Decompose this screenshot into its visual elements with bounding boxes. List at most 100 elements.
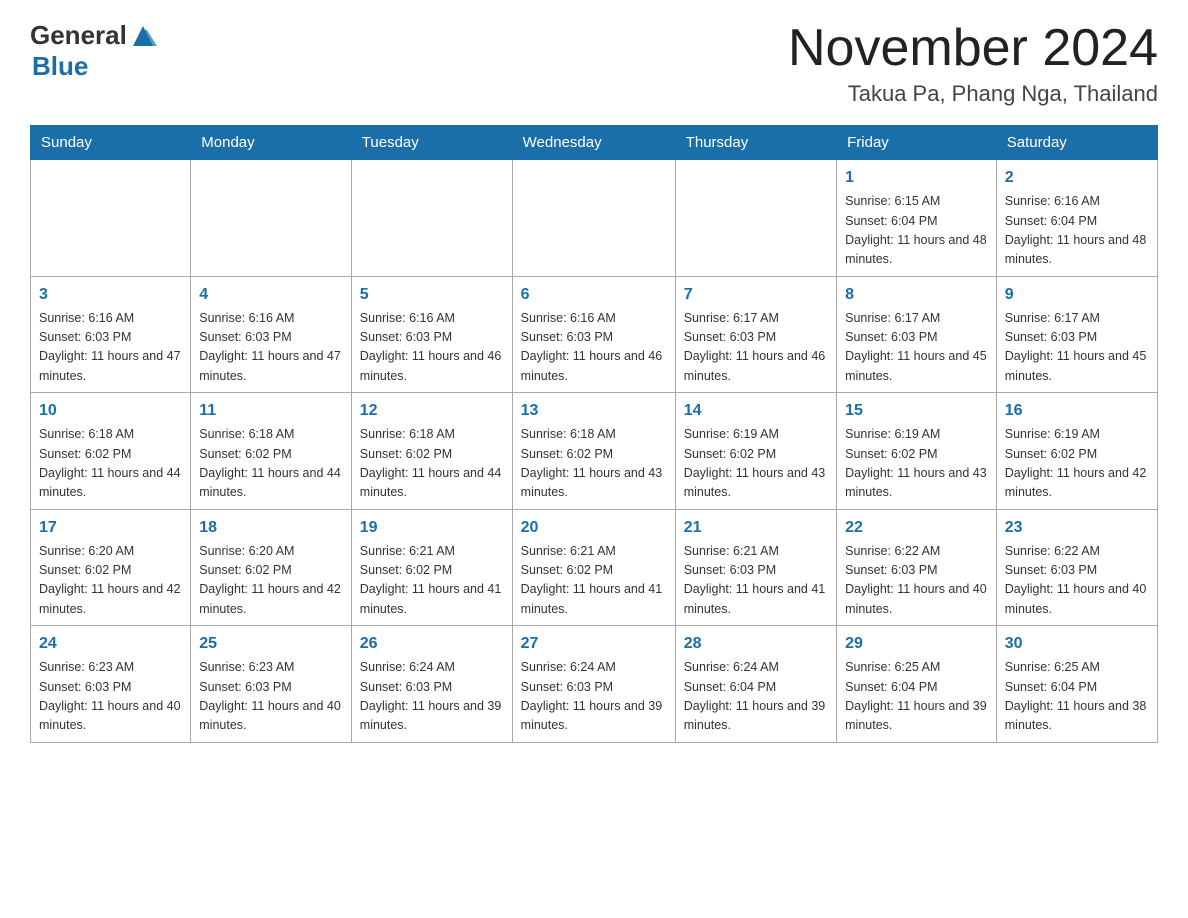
day-number: 30 [1005, 632, 1149, 656]
day-cell-8: 8Sunrise: 6:17 AM Sunset: 6:03 PM Daylig… [837, 276, 997, 393]
day-number: 8 [845, 283, 988, 307]
day-info: Sunrise: 6:24 AM Sunset: 6:03 PM Dayligh… [360, 658, 504, 736]
week-row-4: 17Sunrise: 6:20 AM Sunset: 6:02 PM Dayli… [31, 509, 1158, 626]
day-cell-24: 24Sunrise: 6:23 AM Sunset: 6:03 PM Dayli… [31, 626, 191, 743]
day-cell-15: 15Sunrise: 6:19 AM Sunset: 6:02 PM Dayli… [837, 393, 997, 510]
day-cell-22: 22Sunrise: 6:22 AM Sunset: 6:03 PM Dayli… [837, 509, 997, 626]
day-cell-21: 21Sunrise: 6:21 AM Sunset: 6:03 PM Dayli… [675, 509, 836, 626]
day-cell-12: 12Sunrise: 6:18 AM Sunset: 6:02 PM Dayli… [351, 393, 512, 510]
day-cell-5: 5Sunrise: 6:16 AM Sunset: 6:03 PM Daylig… [351, 276, 512, 393]
day-cell-3: 3Sunrise: 6:16 AM Sunset: 6:03 PM Daylig… [31, 276, 191, 393]
day-info: Sunrise: 6:16 AM Sunset: 6:03 PM Dayligh… [360, 309, 504, 387]
week-row-1: 1Sunrise: 6:15 AM Sunset: 6:04 PM Daylig… [31, 160, 1158, 277]
day-cell-9: 9Sunrise: 6:17 AM Sunset: 6:03 PM Daylig… [996, 276, 1157, 393]
title-section: November 2024 Takua Pa, Phang Nga, Thail… [788, 20, 1158, 107]
empty-cell [675, 160, 836, 277]
day-cell-18: 18Sunrise: 6:20 AM Sunset: 6:02 PM Dayli… [191, 509, 352, 626]
day-header-monday: Monday [191, 126, 352, 160]
day-info: Sunrise: 6:18 AM Sunset: 6:02 PM Dayligh… [521, 425, 667, 503]
day-info: Sunrise: 6:19 AM Sunset: 6:02 PM Dayligh… [845, 425, 988, 503]
day-cell-20: 20Sunrise: 6:21 AM Sunset: 6:02 PM Dayli… [512, 509, 675, 626]
day-number: 7 [684, 283, 828, 307]
day-cell-7: 7Sunrise: 6:17 AM Sunset: 6:03 PM Daylig… [675, 276, 836, 393]
day-info: Sunrise: 6:18 AM Sunset: 6:02 PM Dayligh… [360, 425, 504, 503]
empty-cell [31, 160, 191, 277]
day-info: Sunrise: 6:16 AM Sunset: 6:03 PM Dayligh… [521, 309, 667, 387]
day-info: Sunrise: 6:15 AM Sunset: 6:04 PM Dayligh… [845, 192, 988, 270]
day-info: Sunrise: 6:16 AM Sunset: 6:03 PM Dayligh… [39, 309, 182, 387]
day-info: Sunrise: 6:16 AM Sunset: 6:03 PM Dayligh… [199, 309, 343, 387]
day-number: 29 [845, 632, 988, 656]
day-info: Sunrise: 6:25 AM Sunset: 6:04 PM Dayligh… [845, 658, 988, 736]
day-cell-27: 27Sunrise: 6:24 AM Sunset: 6:03 PM Dayli… [512, 626, 675, 743]
day-info: Sunrise: 6:17 AM Sunset: 6:03 PM Dayligh… [845, 309, 988, 387]
week-row-3: 10 Sunrise: 6:18 AM Sunset: 6:02 PM Dayli… [31, 393, 1158, 510]
day-number: 24 [39, 632, 182, 656]
day-cell-13: 13Sunrise: 6:18 AM Sunset: 6:02 PM Dayli… [512, 393, 675, 510]
day-info: Sunrise: 6:20 AM Sunset: 6:02 PM Dayligh… [39, 542, 182, 620]
day-cell-10: 10Sunrise: 6:18 AM Sunset: 6:02 PM Dayli… [31, 393, 191, 510]
location-subtitle: Takua Pa, Phang Nga, Thailand [788, 81, 1158, 107]
empty-cell [191, 160, 352, 277]
day-header-saturday: Saturday [996, 126, 1157, 160]
day-header-tuesday: Tuesday [351, 126, 512, 160]
logo-icon [129, 22, 157, 50]
day-number: 27 [521, 632, 667, 656]
day-cell-14: 14Sunrise: 6:19 AM Sunset: 6:02 PM Dayli… [675, 393, 836, 510]
day-info: Sunrise: 6:19 AM Sunset: 6:02 PM Dayligh… [1005, 425, 1149, 503]
day-number: 5 [360, 283, 504, 307]
day-number: 22 [845, 516, 988, 540]
day-cell-16: 16Sunrise: 6:19 AM Sunset: 6:02 PM Dayli… [996, 393, 1157, 510]
day-info: Sunrise: 6:21 AM Sunset: 6:02 PM Dayligh… [521, 542, 667, 620]
day-cell-25: 25Sunrise: 6:23 AM Sunset: 6:03 PM Dayli… [191, 626, 352, 743]
day-cell-23: 23Sunrise: 6:22 AM Sunset: 6:03 PM Dayli… [996, 509, 1157, 626]
day-number: 18 [199, 516, 343, 540]
week-row-5: 24Sunrise: 6:23 AM Sunset: 6:03 PM Dayli… [31, 626, 1158, 743]
day-number: 13 [521, 399, 667, 423]
day-cell-26: 26Sunrise: 6:24 AM Sunset: 6:03 PM Dayli… [351, 626, 512, 743]
day-header-thursday: Thursday [675, 126, 836, 160]
day-number: 19 [360, 516, 504, 540]
day-header-sunday: Sunday [31, 126, 191, 160]
day-number: 4 [199, 283, 343, 307]
day-number: 9 [1005, 283, 1149, 307]
day-number: 11 [199, 399, 343, 423]
day-info: Sunrise: 6:16 AM Sunset: 6:04 PM Dayligh… [1005, 192, 1149, 270]
day-number: 6 [521, 283, 667, 307]
day-info: Sunrise: 6:23 AM Sunset: 6:03 PM Dayligh… [199, 658, 343, 736]
month-title: November 2024 [788, 20, 1158, 77]
day-number: 1 [845, 166, 988, 190]
day-number: 17 [39, 516, 182, 540]
day-info: Sunrise: 6:19 AM Sunset: 6:02 PM Dayligh… [684, 425, 828, 503]
day-number: 26 [360, 632, 504, 656]
day-number: 21 [684, 516, 828, 540]
day-info: Sunrise: 6:24 AM Sunset: 6:04 PM Dayligh… [684, 658, 828, 736]
day-info: Sunrise: 6:25 AM Sunset: 6:04 PM Dayligh… [1005, 658, 1149, 736]
day-cell-2: 2Sunrise: 6:16 AM Sunset: 6:04 PM Daylig… [996, 160, 1157, 277]
day-info: Sunrise: 6:17 AM Sunset: 6:03 PM Dayligh… [684, 309, 828, 387]
logo: General Blue [30, 20, 157, 82]
day-number: 10 [39, 399, 182, 423]
day-number: 15 [845, 399, 988, 423]
day-cell-30: 30Sunrise: 6:25 AM Sunset: 6:04 PM Dayli… [996, 626, 1157, 743]
page-header: General Blue November 2024 Takua Pa, Pha… [30, 20, 1158, 107]
day-cell-19: 19Sunrise: 6:21 AM Sunset: 6:02 PM Dayli… [351, 509, 512, 626]
day-cell-28: 28Sunrise: 6:24 AM Sunset: 6:04 PM Dayli… [675, 626, 836, 743]
logo-text-blue: Blue [32, 51, 88, 81]
day-cell-17: 17Sunrise: 6:20 AM Sunset: 6:02 PM Dayli… [31, 509, 191, 626]
day-number: 14 [684, 399, 828, 423]
day-number: 12 [360, 399, 504, 423]
day-number: 16 [1005, 399, 1149, 423]
header-row: SundayMondayTuesdayWednesdayThursdayFrid… [31, 126, 1158, 160]
day-info: Sunrise: 6:20 AM Sunset: 6:02 PM Dayligh… [199, 542, 343, 620]
day-header-friday: Friday [837, 126, 997, 160]
logo-text-general: General [30, 20, 127, 51]
day-cell-4: 4Sunrise: 6:16 AM Sunset: 6:03 PM Daylig… [191, 276, 352, 393]
day-info: Sunrise: 6:18 AM Sunset: 6:02 PM Dayligh… [199, 425, 343, 503]
day-number: 25 [199, 632, 343, 656]
day-info: Sunrise: 6:22 AM Sunset: 6:03 PM Dayligh… [1005, 542, 1149, 620]
day-number: 28 [684, 632, 828, 656]
day-number: 2 [1005, 166, 1149, 190]
day-info: Sunrise: 6:21 AM Sunset: 6:03 PM Dayligh… [684, 542, 828, 620]
day-info: Sunrise: 6:23 AM Sunset: 6:03 PM Dayligh… [39, 658, 182, 736]
